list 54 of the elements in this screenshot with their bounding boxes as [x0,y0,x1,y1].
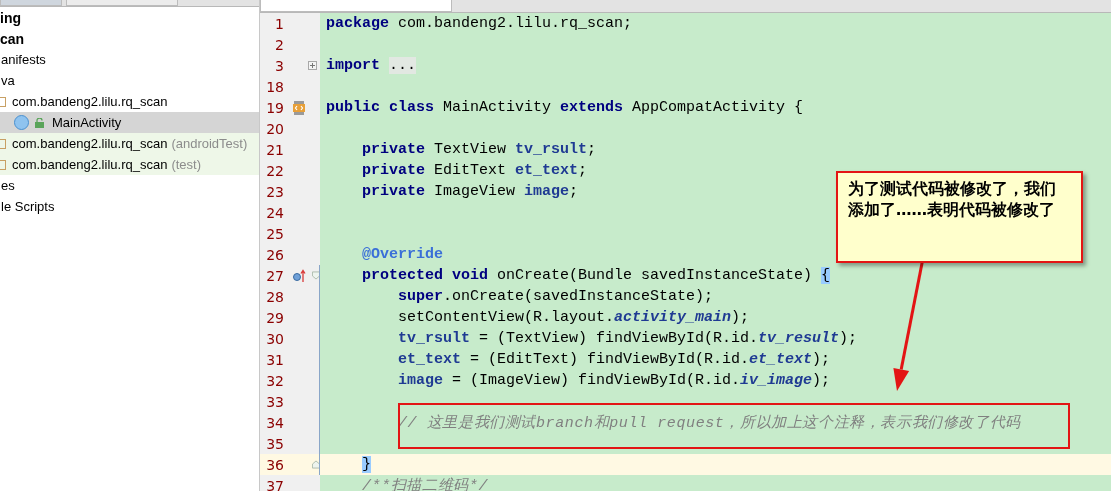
tree-item[interactable]: va [0,70,259,91]
line-number: 36 [265,456,284,473]
code-line: private TextView tv_rsult; [362,141,597,158]
line-number: 24 [265,204,284,221]
expand-icon[interactable] [308,61,317,70]
fold-icon[interactable] [312,460,320,469]
line-number: 28 [265,288,284,305]
code-line: private EditText et_text; [362,162,588,179]
callout-note: 为了测试代码被修改了，我们添加了……表明代码被修改了 [836,171,1083,263]
code-line: private ImageView image; [362,183,579,200]
code-line: image = (ImageView) findViewById(R.id.iv_image); [398,372,831,389]
fold-icon[interactable] [312,271,320,280]
override-icon[interactable] [292,268,306,283]
tree-item[interactable]: com.bandeng2.lilu.rq_scan [0,91,259,112]
line-number: 32 [265,372,284,389]
line-number: 31 [265,351,284,368]
tree-item[interactable]: can [0,28,259,49]
line-number: 3 [274,57,284,74]
code-line: tv_rsult = (TextView) findViewById(R.id.tv_result); [398,330,858,347]
code-line: public class MainActivity extends AppCompatActivity { [326,99,804,116]
code-line: setContentView(R.layout.activity_main); [398,309,750,326]
code-line: et_text = (EditText) findViewById(R.id.et_text); [398,351,831,368]
class-icon [14,115,29,130]
line-number: 27 [265,267,284,284]
line-number: 2 [274,36,284,53]
line-number: 26 [265,246,284,263]
tree-item[interactable]: le Scripts [0,196,259,217]
code-line: import ... [326,57,417,74]
line-number: 25 [265,225,284,242]
code-line: protected void onCreate(Bundle savedInstanceState) { [362,267,831,284]
tree-item[interactable]: ing [0,7,259,28]
tree-item[interactable]: com.bandeng2.lilu.rq_scan (test) [0,154,259,175]
line-number: 20 [265,120,284,137]
tree-item[interactable]: es [0,175,259,196]
line-number: 30 [265,330,284,347]
tree-item[interactable]: anifests [0,49,259,70]
lock-icon [35,117,44,128]
line-number: 35 [265,435,284,452]
line-number: 37 [265,477,284,491]
line-number: 19 [265,99,284,116]
tree-item[interactable]: MainActivity [0,112,259,133]
line-number: 21 [265,141,284,158]
line-number: 23 [265,183,284,200]
line-number: 33 [265,393,284,410]
code-line: super.onCreate(savedInstanceState); [398,288,714,305]
code-line: package com.bandeng2.lilu.rq_scan; [326,15,633,32]
line-number: 1 [274,15,284,32]
line-number: 29 [265,309,284,326]
line-number: 22 [265,162,284,179]
tree-item[interactable]: com.bandeng2.lilu.rq_scan (androidTest) [0,133,259,154]
code-line: @Override [362,246,443,263]
implements-icon[interactable] [292,100,306,115]
line-number: 34 [265,414,284,431]
line-number: 18 [265,78,284,95]
